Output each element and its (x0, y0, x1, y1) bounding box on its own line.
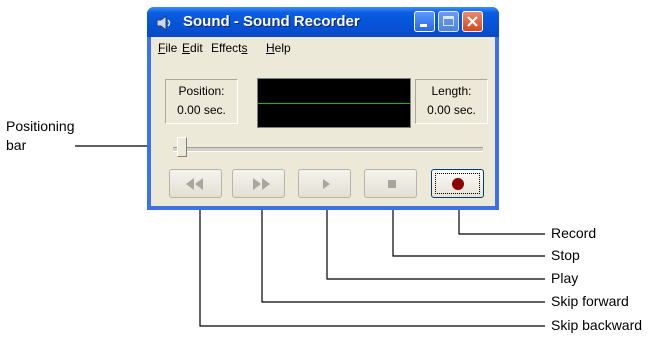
menu-file[interactable]: File (158, 41, 177, 55)
positioning-slider-thumb[interactable] (177, 137, 187, 157)
waveform-display (257, 78, 411, 128)
maximize-icon (443, 16, 454, 26)
rewind-icon (186, 178, 203, 190)
callout-positioning-bar-line1: Positioning (6, 118, 75, 134)
stop-icon (388, 180, 396, 188)
callout-skip-backward: Skip backward (551, 317, 643, 333)
callout-stop: Stop (551, 247, 580, 263)
record-button[interactable] (431, 169, 484, 198)
waveform-line (258, 103, 410, 104)
close-icon (467, 16, 478, 27)
length-readout: Length: 0.00 sec. (415, 79, 488, 124)
sound-recorder-window: Sound - Sound Recorder File Edit Effects… (147, 7, 499, 210)
menu-edit[interactable]: Edit (182, 41, 203, 55)
client-area: File Edit Effects Help Position: 0.00 se… (151, 37, 495, 206)
callout-skip-forward: Skip forward (551, 293, 629, 309)
position-value: 0.00 sec. (177, 103, 226, 117)
length-label: Length: (431, 84, 472, 98)
position-readout: Position: 0.00 sec. (165, 79, 238, 124)
skip-backward-button[interactable] (169, 169, 222, 198)
length-value: 0.00 sec. (427, 103, 476, 117)
callout-record: Record (551, 225, 597, 241)
window-title: Sound - Sound Recorder (183, 13, 360, 30)
position-label: Position: (178, 84, 225, 98)
maximize-button[interactable] (438, 11, 459, 32)
menu-effects[interactable]: Effects (211, 41, 247, 55)
menu-help[interactable]: Help (266, 41, 291, 55)
stop-button[interactable] (364, 169, 417, 198)
positioning-track[interactable] (173, 147, 483, 152)
callout-positioning-bar-line2: bar (6, 137, 27, 153)
play-icon (323, 179, 330, 189)
close-button[interactable] (462, 11, 483, 32)
minimize-icon (420, 24, 427, 27)
minimize-button[interactable] (414, 11, 435, 32)
record-icon (452, 178, 464, 190)
title-bar[interactable]: Sound - Sound Recorder (147, 7, 499, 37)
fast-forward-icon (253, 178, 270, 190)
skip-forward-button[interactable] (232, 169, 285, 198)
callout-play: Play (551, 270, 579, 286)
menu-bar: File Edit Effects Help (151, 37, 495, 57)
play-button[interactable] (298, 169, 351, 198)
speaker-icon (156, 15, 171, 31)
